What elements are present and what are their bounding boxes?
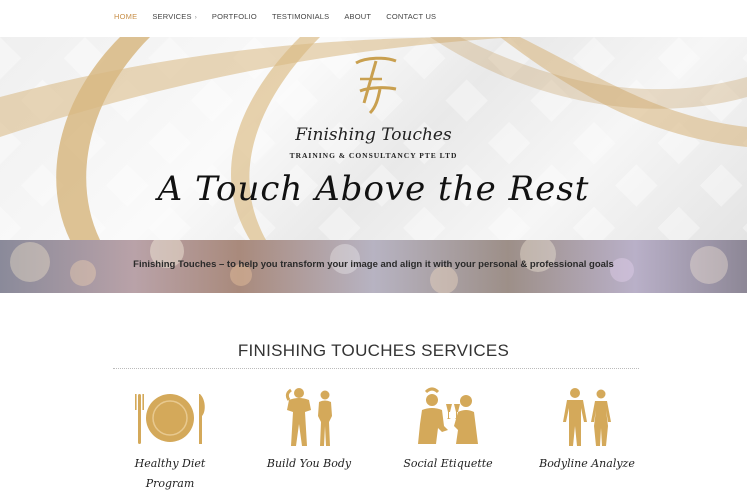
couple-fitness-icon [285, 388, 332, 446]
service-social-etiquette[interactable]: Social Etiquette [388, 386, 508, 474]
social-toast-icon [418, 387, 478, 444]
nav-menu: HOME SERVICES › PORTFOLIO TESTIMONIALS AB… [114, 12, 451, 21]
ft-monogram-logo [355, 56, 397, 115]
nav-item-about[interactable]: ABOUT [344, 12, 371, 21]
service-label: Build You Body [266, 457, 352, 470]
service-label: Social Etiquette [403, 457, 493, 470]
nav-item-testimonials[interactable]: TESTIMONIALS [272, 12, 329, 21]
intro-text: Finishing Touches – to help you transfor… [133, 259, 614, 270]
top-navigation: HOME SERVICES › PORTFOLIO TESTIMONIALS AB… [0, 0, 747, 37]
nav-item-services-label: SERVICES [152, 12, 192, 21]
nav-item-services[interactable]: SERVICES › [152, 12, 197, 21]
service-label: Healthy Diet Program [134, 457, 206, 490]
nav-item-home[interactable]: HOME [114, 12, 137, 21]
body-figures-icon [563, 388, 611, 446]
bokeh-light [430, 266, 458, 293]
plate-cutlery-icon [135, 394, 205, 444]
hero-tagline: A Touch Above the Rest [157, 169, 590, 209]
services-heading: FINISHING TOUCHES SERVICES [237, 341, 510, 360]
nav-item-contact[interactable]: CONTACT US [386, 12, 436, 21]
chevron-down-icon: › [194, 15, 197, 21]
service-healthy-diet[interactable]: Healthy Diet Program [110, 386, 230, 494]
services-divider [113, 368, 639, 369]
nav-item-portfolio[interactable]: PORTFOLIO [212, 12, 257, 21]
service-build-body[interactable]: Build You Body [249, 386, 369, 474]
service-bodyline-analyze[interactable]: Bodyline Analyze [527, 386, 647, 474]
brand-subtitle: TRAINING & CONSULTANCY PTE LTD [289, 151, 458, 160]
service-label: Bodyline Analyze [539, 457, 635, 470]
brand-name: Finishing Touches [295, 125, 452, 145]
intro-band: Finishing Touches – to help you transfor… [0, 240, 747, 293]
hero-banner: Finishing Touches TRAINING & CONSULTANCY… [0, 37, 747, 240]
